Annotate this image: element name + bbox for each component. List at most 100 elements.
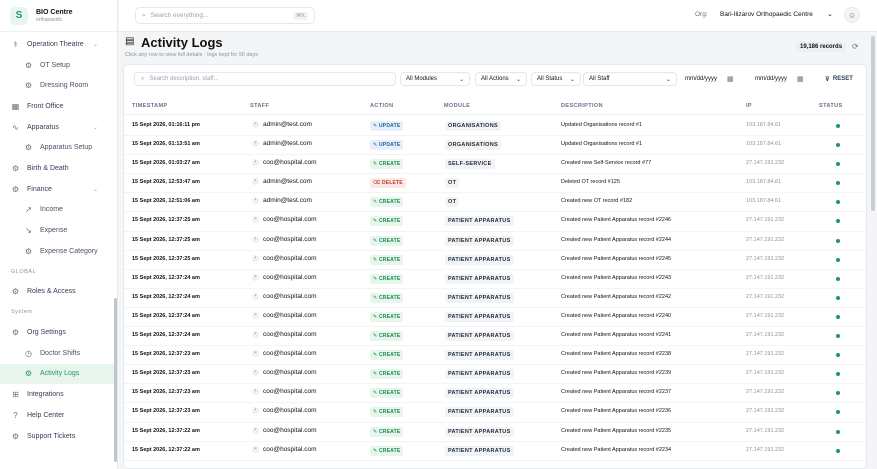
action-label: CREATE: [378, 218, 401, 225]
calendar-icon[interactable]: ▦: [727, 75, 734, 83]
status-dot: [836, 276, 840, 281]
action-label: CREATE: [378, 390, 401, 397]
sidebar-item-support-tickets[interactable]: ⚙ Support Tickets: [0, 426, 114, 447]
action-label: CREATE: [378, 313, 401, 320]
table-row[interactable]: 15 Sept 2026, 12:37:23 am • coo@hospital.c…: [124, 365, 866, 385]
row-staff-email: coo@hospital.com: [263, 292, 317, 300]
content-scrollbar[interactable]: [871, 36, 875, 211]
table-row[interactable]: 15 Sept 2026, 12:37:24 am • coo@hospital.c…: [124, 270, 866, 289]
sidebar-item-birth-death[interactable]: ⚙ Birth & Death: [0, 158, 114, 179]
table-row[interactable]: 15 Sept 2026, 12:37:24 am • coo@hospital.c…: [124, 308, 866, 328]
modules-select[interactable]: All Modules ⌄: [400, 72, 470, 86]
table-row[interactable]: 15 Sept 2026, 12:37:23 am • coo@hospital.c…: [124, 384, 866, 404]
chevron-down-icon[interactable]: ⌄: [93, 124, 98, 131]
table-row[interactable]: 15 Sept 2026, 12:37:22 am • coo@hospital.c…: [124, 423, 866, 442]
table-row[interactable]: 15 Sept 2026, 01:03:27 am • coo@hospital.c…: [124, 155, 866, 175]
topbar: ⌕ Search everything... ⌘K Org: Bari-Iliz…: [119, 0, 877, 32]
module-badge: PATIENT APPARATUS: [445, 292, 514, 303]
col-staff[interactable]: STAFF: [250, 103, 269, 109]
sidebar-item-doctor-shifts[interactable]: ◷ Doctor Shifts: [0, 343, 114, 364]
table-row[interactable]: 15 Sept 2026, 12:37:24 am • coo@hospital.c…: [124, 289, 866, 308]
module-badge: PATIENT APPARATUS: [445, 273, 514, 284]
filter-icon: ⊽: [825, 76, 830, 83]
action-badge: ✎ CREATE: [370, 311, 404, 322]
user-icon: •: [252, 235, 259, 243]
col-action[interactable]: ACTION: [370, 103, 393, 109]
table-row[interactable]: 15 Sept 2026, 01:13:51 am • admin@test.com…: [124, 136, 866, 156]
table-row[interactable]: 15 Sept 2026, 12:37:23 am • coo@hospital.c…: [124, 403, 866, 423]
reset-button[interactable]: ⊽ RESET: [821, 72, 857, 86]
table-row[interactable]: 15 Sept 2026, 01:16:11 pm • admin@test.com…: [124, 117, 866, 137]
date-to-input[interactable]: mm/dd/yyyy ▦: [751, 72, 804, 86]
brand-name: BIO Centre: [36, 8, 73, 16]
trend-up-icon: ↗: [25, 205, 32, 215]
org-selector[interactable]: Bari-Ilizarov Orthopaedic Centre: [720, 11, 813, 18]
action-badge: ✎ CREATE: [370, 388, 404, 399]
row-description: Created new Patient Apparatus record #22…: [561, 312, 672, 319]
col-ip[interactable]: IP: [746, 103, 752, 109]
filter-search-input[interactable]: ⌕ Search description, staff...: [134, 72, 396, 86]
sidebar-item-help-center[interactable]: ? Help Center: [0, 405, 114, 426]
sidebar-item-dressing-room[interactable]: ⚙ Dressing Room: [0, 75, 114, 96]
chevron-down-icon[interactable]: ⌄: [93, 41, 98, 48]
action-label: CREATE: [378, 294, 401, 301]
actions-select[interactable]: All Actions ⌄: [475, 72, 527, 86]
row-staff-email: coo@hospital.com: [263, 216, 317, 224]
sidebar-item-roles-access[interactable]: ⚙ Roles & Access: [0, 282, 114, 303]
date-from-input[interactable]: mm/dd/yyyy ▦: [681, 72, 734, 86]
col-status[interactable]: STATUS: [819, 103, 843, 109]
table-row[interactable]: 15 Sept 2026, 12:53:47 am • admin@test.com…: [124, 174, 866, 194]
calendar-icon[interactable]: ▦: [797, 75, 804, 83]
sidebar-item-operation-theatre[interactable]: ⚕ Operation Theatre ⌄: [0, 34, 114, 55]
action-badge: ✎ CREATE: [370, 331, 404, 342]
row-description: Created new Patient Apparatus record #22…: [561, 255, 672, 262]
sidebar-item-income[interactable]: ↗ Income: [0, 200, 114, 221]
col-module[interactable]: MODULE: [444, 103, 470, 109]
sidebar-item-apparatus-setup[interactable]: ⚙ Apparatus Setup: [0, 137, 114, 158]
status-dot: [836, 257, 840, 262]
staff-select[interactable]: All Staff ⌄: [583, 72, 677, 86]
sidebar-item-finance[interactable]: ⚙ Finance ⌄: [0, 179, 114, 200]
status-select[interactable]: All Status ⌄: [531, 72, 581, 86]
sidebar-item-label: Support Tickets: [27, 432, 76, 440]
sidebar-item-integrations[interactable]: ⊞ Integrations: [0, 384, 114, 405]
user-icon: •: [252, 331, 259, 339]
table-row[interactable]: 15 Sept 2026, 12:37:23 am • coo@hospital.c…: [124, 346, 866, 366]
chevron-down-icon[interactable]: ⌄: [827, 10, 833, 18]
table-row[interactable]: 15 Sept 2026, 12:37:25 am • coo@hospital.c…: [124, 232, 866, 251]
table-row[interactable]: 15 Sept 2026, 12:37:22 am • coo@hospital.c…: [124, 442, 866, 461]
sidebar-item-front-office[interactable]: ▦ Front Office: [0, 96, 114, 117]
chevron-down-icon[interactable]: ⌄: [93, 186, 98, 193]
user-icon: •: [252, 216, 259, 224]
action-badge: ✎ CREATE: [370, 159, 404, 170]
sidebar-item-label: Operation Theatre: [27, 40, 84, 48]
table-row[interactable]: 15 Sept 2026, 12:37:24 am • coo@hospital.c…: [124, 327, 866, 347]
sidebar-item-apparatus[interactable]: ∿ Apparatus ⌄: [0, 117, 114, 138]
sidebar-item-org-settings[interactable]: ⚙ Org Settings: [0, 322, 114, 343]
action-badge: ✎ UPDATE: [370, 121, 404, 131]
table-row[interactable]: 15 Sept 2026, 12:51:06 am • admin@test.com…: [124, 193, 866, 213]
row-ip: 27.147.191.232: [746, 446, 785, 453]
sidebar-scrollbar[interactable]: [114, 298, 117, 462]
sidebar-item-activity-logs[interactable]: ⚙ Activity Logs: [0, 363, 114, 385]
row-staff-email: coo@hospital.com: [263, 273, 317, 281]
global-search-input[interactable]: ⌕ Search everything... ⌘K: [135, 7, 315, 24]
gear-icon: ⚙: [11, 163, 20, 173]
row-timestamp: 15 Sept 2026, 12:37:24 am: [132, 274, 200, 281]
action-label: CREATE: [378, 352, 401, 359]
brand[interactable]: S BIO Centre orthopaedic: [0, 0, 117, 32]
refresh-icon[interactable]: ⟳: [852, 42, 859, 51]
user-avatar[interactable]: ☺: [844, 7, 860, 23]
status-dot: [836, 219, 840, 224]
status-dot: [836, 372, 840, 377]
table-row[interactable]: 15 Sept 2026, 12:37:25 am • coo@hospital.c…: [124, 212, 866, 232]
col-description[interactable]: DESCRIPTION: [561, 103, 603, 109]
sidebar-item-expense[interactable]: ↘ Expense: [0, 220, 114, 241]
user-icon: •: [252, 388, 259, 396]
col-timestamp[interactable]: TIMESTAMP: [132, 103, 168, 109]
row-timestamp: 15 Sept 2026, 12:37:23 am: [132, 370, 200, 377]
action-badge: ✎ CREATE: [370, 292, 404, 303]
sidebar-item-ot-setup[interactable]: ⚙ OT Setup: [0, 55, 114, 76]
sidebar-item-expense-category[interactable]: ⚙ Expense Category: [0, 241, 114, 262]
table-row[interactable]: 15 Sept 2026, 12:37:25 am • coo@hospital.c…: [124, 251, 866, 270]
